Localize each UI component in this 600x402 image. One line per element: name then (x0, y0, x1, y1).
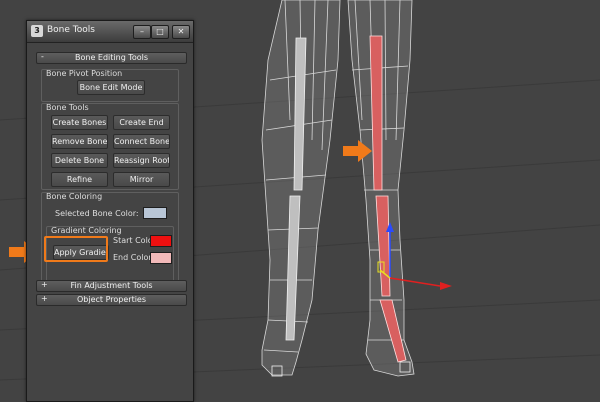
group-title: Bone Coloring (46, 192, 103, 201)
group-title: Bone Pivot Position (46, 69, 123, 78)
remove-bone-button[interactable]: Remove Bone (51, 134, 108, 149)
close-icon[interactable]: ✕ (172, 25, 190, 39)
start-color-swatch[interactable] (150, 235, 172, 247)
create-end-button[interactable]: Create End (113, 115, 170, 130)
group-bone-pivot-position: Bone Pivot Position Bone Edit Mode (41, 69, 179, 102)
group-bone-tools: Bone Tools Create Bones Create End Remov… (41, 103, 179, 190)
app-logo-icon: 3 (31, 25, 43, 37)
end-color-swatch[interactable] (150, 252, 172, 264)
selected-bone-color-swatch[interactable] (143, 207, 167, 219)
create-bones-button[interactable]: Create Bones (51, 115, 108, 130)
refine-button[interactable]: Refine (51, 172, 108, 187)
window-title: Bone Tools (47, 25, 95, 35)
rollout-label: Fin Adjustment Tools (70, 281, 153, 290)
bone-edit-mode-button[interactable]: Bone Edit Mode (77, 80, 145, 95)
connect-bones-button[interactable]: Connect Bones (113, 134, 170, 149)
reassign-root-button[interactable]: Reassign Root (113, 153, 170, 168)
restore-icon[interactable]: □ (151, 25, 169, 39)
highlight-box (44, 236, 108, 262)
minimize-icon[interactable]: – (133, 25, 151, 39)
rollout-label: Bone Editing Tools (74, 53, 149, 62)
rollout-object-properties[interactable]: + Object Properties (36, 294, 187, 306)
group-title: Gradient Coloring (51, 226, 122, 235)
rollout-label: Object Properties (76, 295, 147, 304)
rollout-fin-adjustment-tools[interactable]: + Fin Adjustment Tools (36, 280, 187, 292)
selected-bone-color-label: Selected Bone Color: (55, 209, 139, 218)
delete-bone-button[interactable]: Delete Bone (51, 153, 108, 168)
bone-tools-window: 3 Bone Tools – □ ✕ - Bone Editing Tools … (26, 20, 194, 402)
rollout-bone-editing-tools[interactable]: - Bone Editing Tools (36, 52, 187, 64)
mirror-button[interactable]: Mirror (113, 172, 170, 187)
group-title: Bone Tools (46, 103, 89, 112)
title-bar[interactable]: 3 Bone Tools – □ ✕ (27, 21, 193, 43)
end-color-label: End Color: (113, 253, 155, 262)
